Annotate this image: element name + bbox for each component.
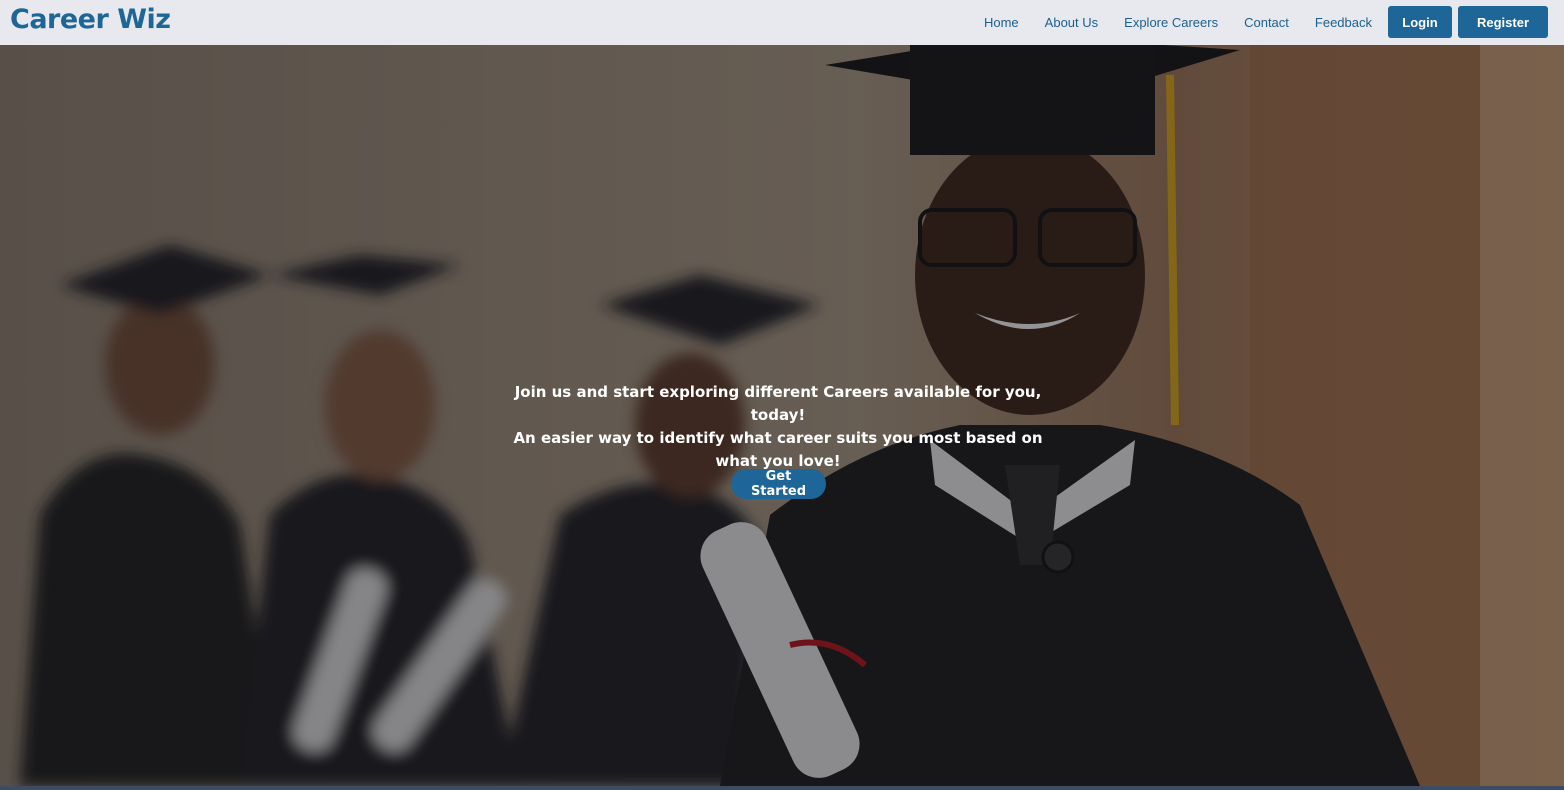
login-button[interactable]: Login (1388, 6, 1452, 38)
hero-description: An easier way to identify what career su… (513, 429, 1043, 470)
nav-link-contact[interactable]: Contact (1244, 15, 1289, 30)
nav-link-explore-careers[interactable]: Explore Careers (1124, 15, 1218, 30)
nav-link-feedback[interactable]: Feedback (1315, 15, 1372, 30)
nav-link-about-us[interactable]: About Us (1045, 15, 1098, 30)
register-button[interactable]: Register (1458, 6, 1548, 38)
brand-logo[interactable]: Career Wiz (10, 4, 171, 35)
hero-text: Join us and start exploring different Ca… (500, 381, 1056, 473)
hero-section: Join us and start exploring different Ca… (0, 45, 1564, 786)
hero-tagline: Join us and start exploring different Ca… (514, 383, 1042, 424)
nav-link-home[interactable]: Home (984, 15, 1019, 30)
get-started-button[interactable]: Get Started (731, 469, 826, 499)
nav-links: Home About Us Explore Careers Contact Fe… (984, 6, 1548, 38)
navbar: Career Wiz Home About Us Explore Careers… (0, 0, 1564, 45)
bottom-divider (0, 786, 1564, 790)
